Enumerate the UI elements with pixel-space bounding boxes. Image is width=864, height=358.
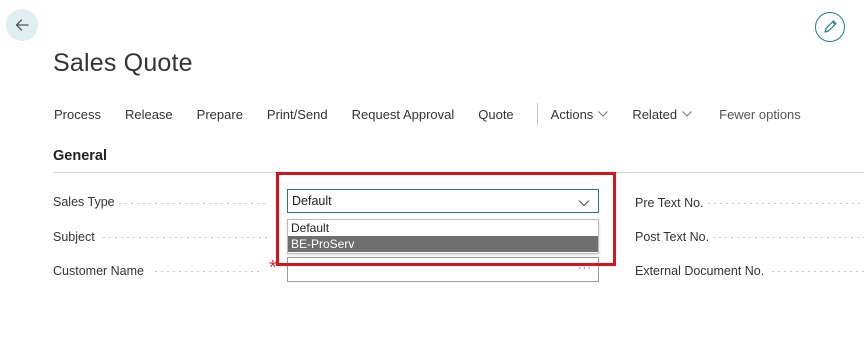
label-leader-dots: [770, 271, 864, 272]
customer-name-input[interactable]: ···: [287, 257, 599, 282]
pencil-icon: [824, 20, 837, 33]
label-leader-dots: [117, 203, 267, 204]
sales-type-value: Default: [292, 194, 332, 208]
pre-text-label: Pre Text No.: [635, 196, 704, 210]
action-release[interactable]: Release: [125, 107, 173, 122]
external-document-label: External Document No.: [635, 264, 765, 278]
fewer-options-button[interactable]: Fewer options: [719, 107, 801, 122]
action-bar: Process Release Prepare Print/Send Reque…: [54, 103, 825, 125]
page-title: Sales Quote: [53, 49, 193, 77]
required-asterisk: *: [269, 257, 277, 279]
sales-type-dropdown: Default BE-ProServ: [287, 219, 599, 254]
dropdown-option-be-proserv[interactable]: BE-ProServ: [288, 236, 598, 252]
label-leader-dots: [711, 237, 864, 238]
section-divider: [53, 172, 864, 173]
sales-type-label: Sales Type: [53, 195, 115, 209]
arrow-left-icon: [15, 19, 29, 31]
dropdown-option-default[interactable]: Default: [288, 220, 598, 236]
customer-name-label: Customer Name: [53, 264, 144, 278]
action-separator: [536, 103, 538, 125]
actions-menu[interactable]: Actions: [551, 107, 609, 122]
related-menu-label: Related: [632, 106, 678, 122]
action-process[interactable]: Process: [54, 107, 101, 122]
label-leader-dots: [706, 203, 864, 204]
action-prepare[interactable]: Prepare: [197, 107, 243, 122]
edit-button[interactable]: [815, 12, 845, 42]
chevron-down-icon: [578, 196, 590, 210]
section-title-general[interactable]: General: [53, 148, 107, 164]
action-print-send[interactable]: Print/Send: [267, 107, 328, 122]
chevron-down-icon: [682, 111, 692, 117]
lookup-ellipsis-icon[interactable]: ···: [578, 262, 592, 274]
back-button[interactable]: [6, 9, 38, 41]
label-leader-dots: [153, 271, 263, 272]
label-leader-dots: [101, 237, 271, 238]
sales-type-select[interactable]: Default: [287, 189, 599, 213]
related-menu[interactable]: Related: [632, 107, 692, 122]
post-text-label: Post Text No.: [635, 230, 710, 244]
actions-menu-label: Actions: [550, 106, 594, 122]
chevron-down-icon: [598, 111, 609, 117]
subject-label: Subject: [53, 230, 95, 244]
action-request-approval[interactable]: Request Approval: [352, 107, 455, 122]
action-quote[interactable]: Quote: [478, 107, 513, 122]
